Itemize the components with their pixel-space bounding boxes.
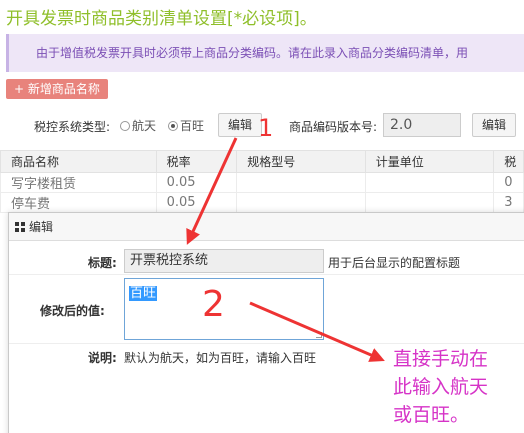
table-row[interactable]: 停车费 0.05 3: [0, 192, 524, 213]
cell-rate: 0.05: [155, 172, 238, 193]
note-line: 直接手动在: [393, 348, 489, 370]
col-header-name[interactable]: 商品名称: [0, 150, 157, 173]
cell-tax: 0: [493, 172, 524, 193]
page-title: 开具发票时商品类别清单设置[*必设项]。: [6, 9, 317, 29]
radio-checked-icon: [168, 120, 178, 131]
page: 开具发票时商品类别清单设置[*必设项]。 由于增值税发票开具时必须带上商品分类编…: [0, 0, 524, 433]
tax-system-label: 税控系统类型:: [34, 120, 111, 134]
cell-unit: [364, 172, 495, 193]
col-header-unit[interactable]: 计量单位: [364, 150, 495, 173]
radio-circle-icon: [120, 120, 130, 131]
table-row[interactable]: 写字楼租赁 0.05 0: [0, 172, 524, 193]
note-line: 或百旺。: [393, 404, 470, 426]
radio-hangtian-label: 航天: [132, 119, 157, 133]
dialog-header: 编辑: [9, 213, 524, 241]
value-textarea[interactable]: 百旺: [124, 278, 324, 340]
code-version-edit-button[interactable]: 编辑: [472, 113, 517, 137]
divider: [9, 274, 524, 275]
cell-spec: [236, 192, 366, 213]
cell-name: 停车费: [0, 192, 157, 213]
desc-text: 默认为航天，如为百旺，请输入百旺: [124, 351, 317, 365]
annotation-note: 直接手动在 此输入航天 或百旺。: [393, 345, 521, 429]
col-header-spec[interactable]: 规格型号: [236, 150, 366, 173]
cell-unit: [364, 192, 495, 213]
table-header-row: 商品名称 税率 规格型号 计量单位 税: [0, 150, 524, 173]
cell-spec: [236, 172, 366, 193]
title-field-label: 标题:: [88, 256, 117, 270]
note-line: 此输入航天: [393, 376, 489, 398]
title-hint: 用于后台显示的配置标题: [328, 256, 461, 270]
cell-tax: 3: [493, 192, 524, 213]
col-header-rate[interactable]: 税率: [155, 150, 238, 173]
desc-field-label: 说明:: [88, 351, 117, 365]
radio-hangtian[interactable]: 航天: [120, 117, 156, 134]
value-field-label: 修改后的值:: [40, 304, 105, 318]
col-header-tax[interactable]: 税: [493, 150, 524, 173]
cell-name: 写字楼租赁: [0, 172, 157, 193]
code-version-label: 商品编码版本号:: [289, 120, 378, 134]
tax-system-edit-button[interactable]: 编辑: [218, 113, 263, 137]
title-field[interactable]: 开票税控系统: [124, 249, 324, 273]
divider: [9, 343, 524, 344]
product-table: 商品名称 税率 规格型号 计量单位 税 写字楼租赁 0.05 0 停车费 0.0…: [0, 150, 524, 213]
add-product-button[interactable]: + 新增商品名称: [6, 79, 108, 99]
dialog-title: 编辑: [29, 220, 54, 234]
radio-baiwang[interactable]: 百旺: [168, 117, 204, 134]
resize-handle-icon[interactable]: [316, 332, 322, 338]
grid-icon: [15, 221, 25, 232]
value-selected-text: 百旺: [129, 286, 158, 301]
notice-banner: 由于增值税发票开具时必须带上商品分类编码。请在此录入商品分类编码清单，用: [6, 34, 524, 72]
code-version-field[interactable]: 2.0: [383, 113, 461, 137]
cell-rate: 0.05: [155, 192, 238, 213]
tax-settings-row: 税控系统类型: 航天 百旺 编辑 商品编码版本号: 2.0 编辑: [0, 112, 524, 138]
radio-baiwang-label: 百旺: [180, 119, 205, 133]
